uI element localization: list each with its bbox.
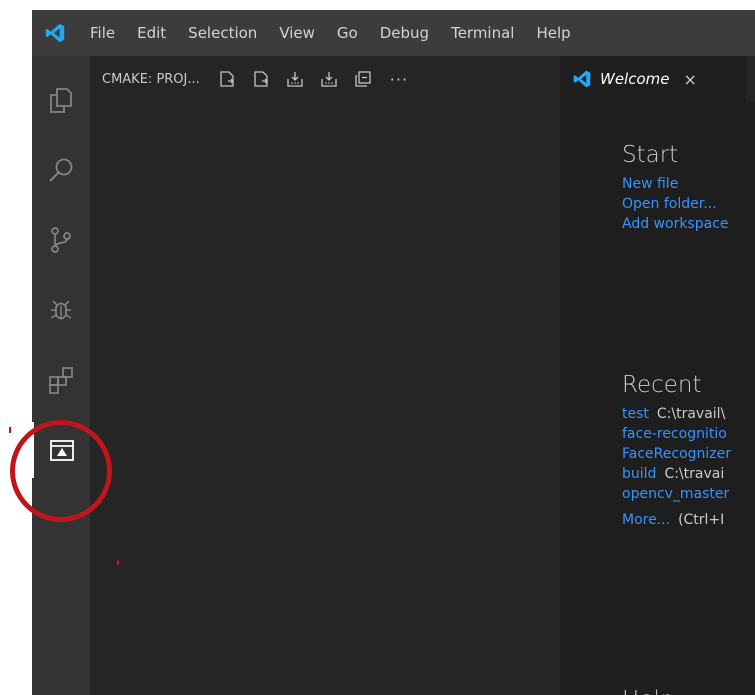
annotation-mark <box>9 427 11 433</box>
activity-debug[interactable] <box>32 282 90 338</box>
files-icon <box>50 88 72 113</box>
build-all-button[interactable] <box>282 66 308 92</box>
sidebar-header: CMAKE: PROJ... ··· <box>90 56 560 102</box>
open-folder-link[interactable]: Open folder... <box>622 194 755 214</box>
tab-welcome[interactable]: Welcome × <box>560 56 746 102</box>
collapse-all-icon <box>355 71 371 87</box>
menu-view[interactable]: View <box>268 10 326 56</box>
activity-extensions[interactable] <box>32 352 90 408</box>
extensions-icon <box>49 367 73 394</box>
menu-debug[interactable]: Debug <box>369 10 440 56</box>
highlight-circle <box>10 420 112 522</box>
bug-icon <box>50 300 72 320</box>
menu-selection[interactable]: Selection <box>177 10 268 56</box>
new-file-icon <box>254 71 268 87</box>
menu-bar: File Edit Selection View Go Debug Termin… <box>32 10 755 56</box>
list-item: opencv_master <box>622 484 755 504</box>
menu-file[interactable]: File <box>78 10 126 56</box>
more-actions-button[interactable]: ··· <box>390 70 408 89</box>
tab-label: Welcome <box>600 70 670 88</box>
recent-item-path: C:\travail\ <box>656 406 726 422</box>
list-item: FaceRecognizer <box>622 444 755 464</box>
menu-go[interactable]: Go <box>326 10 369 56</box>
clean-rebuild-button[interactable] <box>316 66 342 92</box>
recent-item-link[interactable]: face-recognitio <box>622 426 727 442</box>
build-icon <box>287 72 303 87</box>
activity-explorer[interactable] <box>32 72 90 128</box>
search-icon <box>49 158 73 182</box>
recent-item-link[interactable]: build <box>622 466 656 482</box>
menu-help[interactable]: Help <box>525 10 581 56</box>
recent-heading: Recent <box>622 372 702 398</box>
new-file-icon <box>220 71 234 87</box>
sidebar-title: CMAKE: PROJ... <box>102 71 200 87</box>
build-icon <box>321 72 337 87</box>
new-file-link[interactable]: New file <box>622 174 755 194</box>
annotation-mark <box>117 560 119 565</box>
welcome-start-section: Start New file Open folder... Add worksp… <box>622 142 755 234</box>
build-target-button[interactable] <box>248 66 274 92</box>
git-branch-icon <box>51 227 71 253</box>
shortcut-hint: (Ctrl+I <box>678 512 725 528</box>
welcome-recent-section: Recent test C:\travail\ face-recognitio F… <box>622 372 755 530</box>
list-item: face-recognitio <box>622 424 755 444</box>
vscode-logo-icon <box>572 69 592 89</box>
activity-source-control[interactable] <box>32 212 90 268</box>
editor-area: Welcome × Start New file Open folder... … <box>560 56 755 695</box>
recent-item-link[interactable]: test <box>622 406 649 422</box>
welcome-help-section: Help <box>622 678 755 695</box>
sidebar-cmake-panel: CMAKE: PROJ... ··· <box>90 56 560 695</box>
tab-bar: Welcome × <box>560 56 755 102</box>
help-heading: Help <box>622 678 755 695</box>
vscode-logo-icon <box>32 10 78 56</box>
activity-search[interactable] <box>32 142 90 198</box>
list-item: build C:\travai <box>622 464 755 484</box>
collapse-all-button[interactable] <box>350 66 376 92</box>
start-heading: Start <box>622 142 679 168</box>
menu-terminal[interactable]: Terminal <box>440 10 525 56</box>
more-recent-link[interactable]: More... <box>622 512 670 528</box>
activity-bar <box>32 56 90 695</box>
configure-button[interactable] <box>214 66 240 92</box>
recent-item-link[interactable]: FaceRecognizer <box>622 446 731 462</box>
close-icon[interactable]: × <box>684 70 697 89</box>
vscode-window: File Edit Selection View Go Debug Termin… <box>32 10 755 695</box>
list-item: test C:\travail\ <box>622 404 755 424</box>
add-workspace-link[interactable]: Add workspace <box>622 214 755 234</box>
menu-edit[interactable]: Edit <box>126 10 177 56</box>
more-recent-row: More... (Ctrl+I <box>622 510 755 530</box>
recent-item-link[interactable]: opencv_master <box>622 486 729 502</box>
recent-item-path: C:\travai <box>664 466 725 482</box>
